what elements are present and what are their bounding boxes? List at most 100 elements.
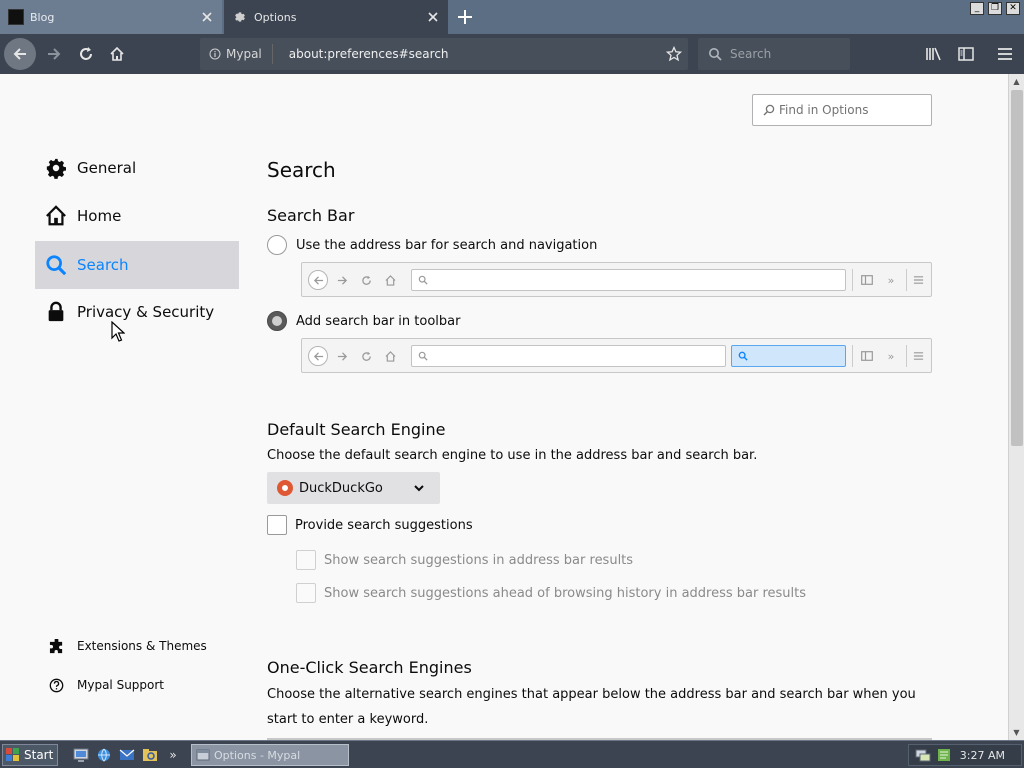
divider [852, 269, 853, 291]
quick-launch-mail-icon[interactable] [118, 746, 136, 764]
hamburger-menu-icon[interactable] [989, 38, 1021, 70]
search-icon [738, 351, 748, 361]
category-general[interactable]: General [35, 144, 239, 192]
taskbar-item-options-mypal[interactable]: Options - Mypal [191, 744, 349, 766]
page-scrollbar[interactable]: ▲ ▼ [1008, 74, 1024, 740]
support-link[interactable]: Mypal Support [48, 677, 164, 693]
site-identity[interactable]: Mypal [209, 44, 273, 64]
search-icon [763, 104, 775, 116]
quick-launch-overflow-chevron-icon[interactable]: » [164, 746, 182, 764]
category-home[interactable]: Home [35, 192, 239, 240]
radio-label: Use the address bar for search and navig… [296, 237, 598, 253]
puzzle-icon [48, 638, 64, 654]
search-placeholder: Search [730, 47, 772, 61]
search-icon [44, 253, 68, 277]
footer-label: Mypal Support [77, 678, 165, 692]
category-privacy-security[interactable]: Privacy & Security [35, 288, 239, 336]
category-search[interactable]: Search [35, 241, 239, 289]
overflow-chevron-icon: » [887, 273, 895, 287]
address-bar-preview: » [301, 262, 932, 297]
home-icon [44, 204, 68, 228]
library-icon[interactable] [918, 38, 950, 70]
divider [852, 345, 853, 367]
lock-icon [44, 300, 68, 324]
category-label: Search [77, 256, 129, 274]
checkbox-label: Show search suggestions in address bar r… [324, 552, 634, 568]
find-in-options-input[interactable]: Find in Options [752, 94, 932, 126]
reload-icon[interactable] [70, 38, 102, 70]
radio-address-bar-search[interactable]: Use the address bar for search and navig… [267, 235, 597, 255]
back-arrow-icon[interactable] [4, 38, 36, 70]
scroll-thumb[interactable] [1011, 90, 1023, 446]
dropdown-value: DuckDuckGo [299, 480, 383, 496]
checkbox-suggestions-ahead-history[interactable]: Show search suggestions ahead of browsin… [296, 583, 806, 603]
radio-button[interactable] [267, 235, 287, 255]
search-icon [418, 351, 428, 361]
quick-launch-desktop-icon[interactable] [72, 746, 90, 764]
duckduckgo-logo-icon [277, 480, 293, 496]
toolbar-search-input[interactable]: Search [698, 38, 850, 70]
radio-label: Add search bar in toolbar [296, 313, 461, 329]
start-button[interactable]: Start [2, 744, 58, 766]
scroll-up-arrow-icon[interactable]: ▲ [1009, 74, 1024, 89]
tray-network-icon[interactable] [914, 747, 932, 763]
close-window-icon[interactable]: ✕ [1006, 2, 1020, 15]
sidebar-toggle-icon [857, 270, 877, 290]
preview-search-field [731, 345, 846, 367]
reload-icon [356, 270, 376, 290]
checkbox[interactable] [296, 583, 316, 603]
start-label: Start [24, 748, 54, 762]
task-label: Options - Mypal [214, 748, 301, 762]
search-icon [708, 47, 722, 61]
radio-button[interactable] [267, 311, 287, 331]
back-arrow-icon [308, 346, 328, 366]
url-text[interactable]: about:preferences#search [289, 47, 660, 61]
checkbox[interactable] [296, 550, 316, 570]
chevron-down-icon [414, 484, 424, 492]
overflow-chevron-icon: » [887, 349, 895, 363]
home-icon[interactable] [101, 38, 133, 70]
new-tab-plus-icon[interactable] [452, 4, 478, 30]
category-label: General [77, 159, 137, 177]
start-logo-icon [6, 748, 20, 762]
hamburger-menu-icon [908, 346, 928, 366]
radio-toolbar-search[interactable]: Add search bar in toolbar [267, 311, 460, 331]
preview-url-field [411, 345, 726, 367]
checkbox-suggestions-address-bar[interactable]: Show search suggestions in address bar r… [296, 550, 633, 570]
tab-strip: Blog Options _ ❐ ✕ [0, 0, 1024, 34]
extensions-themes-link[interactable]: Extensions & Themes [48, 638, 207, 654]
close-icon[interactable] [196, 6, 218, 28]
back-arrow-icon [308, 270, 328, 290]
blog-favicon-icon [8, 9, 24, 25]
footer-label: Extensions & Themes [77, 639, 207, 653]
star-icon[interactable] [660, 46, 688, 62]
os-taskbar: Start » Options - Mypal 3:27 AM [0, 740, 1024, 768]
sidebar-toggle-icon [857, 346, 877, 366]
checkbox[interactable] [267, 515, 287, 535]
category-label: Privacy & Security [77, 303, 215, 321]
tab-blog[interactable]: Blog [0, 0, 222, 34]
category-label: Home [77, 207, 122, 225]
divider [906, 269, 907, 291]
forward-arrow-icon[interactable] [38, 38, 70, 70]
checkbox-provide-suggestions[interactable]: Provide search suggestions [267, 515, 473, 535]
close-icon[interactable] [422, 6, 444, 28]
tab-title: Blog [30, 10, 55, 24]
tab-options[interactable]: Options [224, 0, 448, 34]
tray-notes-icon[interactable] [936, 747, 952, 763]
quick-launch-explorer-icon[interactable] [141, 746, 159, 764]
help-icon [48, 677, 64, 693]
search-bar-preview: » [301, 338, 932, 373]
url-bar[interactable]: Mypal about:preferences#search [200, 38, 688, 70]
hamburger-menu-icon [908, 270, 928, 290]
scroll-down-arrow-icon[interactable]: ▼ [1009, 725, 1024, 740]
quick-launch-browser-icon[interactable] [95, 746, 113, 764]
tab-title: Options [254, 10, 297, 24]
identity-label: Mypal [226, 47, 262, 61]
gear-icon [44, 156, 68, 180]
restore-window-icon[interactable]: ❐ [988, 2, 1002, 15]
checkbox-label: Show search suggestions ahead of browsin… [324, 585, 807, 601]
sidebar-toggle-icon[interactable] [950, 38, 982, 70]
minimize-window-icon[interactable]: _ [970, 2, 984, 15]
default-engine-dropdown[interactable]: DuckDuckGo [267, 472, 440, 504]
